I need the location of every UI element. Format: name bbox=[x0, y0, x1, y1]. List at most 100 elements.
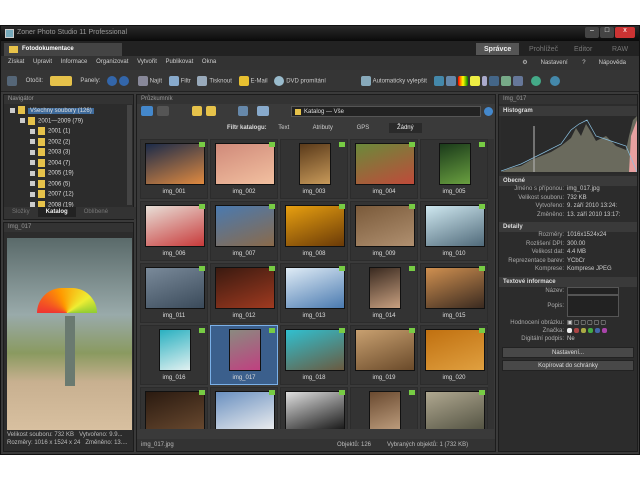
thumbnail-item[interactable]: img_019 bbox=[350, 325, 418, 385]
folder-tree[interactable]: Všechny soubory (126) 2001—2009 (79) 2001 … bbox=[4, 104, 133, 222]
menu-publikovat[interactable]: Publikovat bbox=[166, 59, 194, 65]
tab-katalog[interactable]: Katalog bbox=[37, 207, 76, 217]
auto-enhance-button[interactable]: Automaticky vylepšit bbox=[360, 76, 427, 86]
tree-item[interactable]: 2003 (3) bbox=[10, 148, 133, 159]
mode-editor[interactable]: Editor bbox=[566, 43, 600, 55]
filter-attributes[interactable]: Atributy bbox=[313, 125, 333, 131]
gear-icon[interactable]: ⚙ bbox=[522, 60, 527, 66]
thumbnail-item[interactable]: img_017 bbox=[210, 325, 278, 385]
filter-gps[interactable]: GPS bbox=[357, 125, 370, 131]
thumbnail-item[interactable] bbox=[350, 387, 418, 429]
tree-item[interactable]: 2001 (1) bbox=[10, 127, 133, 138]
menu-vytvorit[interactable]: Vytvořit bbox=[137, 59, 157, 65]
filter-text[interactable]: Text bbox=[278, 125, 289, 131]
view-mode-icon[interactable] bbox=[257, 106, 270, 116]
expand-toggle[interactable] bbox=[30, 128, 35, 134]
close-button[interactable]: x bbox=[615, 27, 635, 38]
expand-toggle[interactable] bbox=[30, 170, 35, 176]
thumbnail-item[interactable]: img_020 bbox=[420, 325, 488, 385]
thumbnail-item[interactable]: img_018 bbox=[280, 325, 348, 385]
details-header[interactable]: Detaily bbox=[499, 222, 637, 232]
tree-item[interactable]: 2002 (2) bbox=[10, 137, 133, 149]
camera-icon[interactable] bbox=[7, 76, 19, 86]
thumbnail-item[interactable]: img_005 bbox=[420, 139, 488, 199]
expand-toggle[interactable] bbox=[20, 118, 25, 123]
thumbnail-item[interactable]: img_013 bbox=[280, 263, 348, 323]
thumbnail-item[interactable]: img_003 bbox=[280, 139, 348, 199]
expand-toggle[interactable] bbox=[30, 149, 35, 155]
filter-button[interactable]: Filtr bbox=[168, 76, 191, 86]
color-label-swatches[interactable] bbox=[567, 327, 609, 334]
tree-scrollbar[interactable] bbox=[127, 105, 132, 205]
grid-scrollbar[interactable] bbox=[488, 139, 494, 429]
find-button[interactable]: Najít bbox=[137, 76, 162, 86]
folder-icon[interactable] bbox=[206, 106, 217, 116]
expand-toggle[interactable] bbox=[30, 139, 35, 144]
thumbnail-item[interactable] bbox=[420, 387, 488, 429]
menu-organizovat[interactable]: Organizovat bbox=[96, 59, 128, 65]
tree-item[interactable]: 2001—2009 (79) bbox=[10, 116, 133, 128]
filter-none[interactable]: Žádný bbox=[388, 123, 422, 133]
mode-raw[interactable]: RAW bbox=[604, 43, 636, 55]
email-button[interactable]: E-Mail bbox=[238, 76, 268, 86]
tree-item[interactable]: Všechny soubory (126) bbox=[10, 106, 133, 117]
thumbnail-item[interactable]: img_011 bbox=[140, 263, 208, 323]
tree-item[interactable]: 2007 (12) bbox=[10, 190, 133, 201]
histogram-header[interactable]: Histogram bbox=[499, 106, 637, 116]
general-header[interactable]: Obecné bbox=[499, 176, 637, 186]
thumbnail-item[interactable]: img_001 bbox=[140, 139, 208, 199]
thumbnail-item[interactable]: img_015 bbox=[420, 263, 488, 323]
thumbnail-item[interactable]: img_009 bbox=[350, 201, 418, 261]
forward-arrow-icon[interactable] bbox=[156, 106, 169, 116]
maximize-button[interactable]: □ bbox=[600, 27, 614, 38]
thumbnail-item[interactable]: img_010 bbox=[420, 201, 488, 261]
thumbnail-item[interactable] bbox=[140, 387, 208, 429]
settings-menu[interactable]: Nastavení bbox=[541, 60, 568, 66]
sort-icon[interactable] bbox=[237, 106, 248, 116]
copy-to-clipboard-button[interactable]: Kopírovat do schránky bbox=[502, 359, 634, 371]
help-icon[interactable]: ? bbox=[582, 60, 585, 66]
refresh-icon[interactable] bbox=[484, 107, 493, 116]
settings-button[interactable]: Nastavení... bbox=[502, 346, 634, 358]
minimize-button[interactable]: – bbox=[585, 27, 599, 38]
menu-okna[interactable]: Okna bbox=[202, 59, 216, 65]
thumbnail-item[interactable]: img_002 bbox=[210, 139, 278, 199]
expand-toggle[interactable] bbox=[30, 160, 35, 165]
mode-prohlizec[interactable]: Prohlížeč bbox=[521, 43, 566, 55]
thumbnail-item[interactable]: img_006 bbox=[140, 201, 208, 261]
expand-toggle[interactable] bbox=[30, 191, 35, 197]
tree-item[interactable]: 2006 (5) bbox=[10, 179, 133, 191]
thumbnail-item[interactable]: img_012 bbox=[210, 263, 278, 323]
print-button[interactable]: Tisknout bbox=[197, 76, 232, 86]
back-arrow-icon[interactable] bbox=[141, 106, 153, 116]
tree-item[interactable]: 2005 (19) bbox=[10, 169, 133, 180]
rating-boxes[interactable]: ▣▢▢▢▢▢ bbox=[567, 320, 607, 326]
zoom-in-icon[interactable] bbox=[531, 76, 543, 86]
menu-upravit[interactable]: Upravit bbox=[33, 59, 52, 65]
thumbnail-item[interactable]: img_014 bbox=[350, 263, 418, 323]
text-info-header[interactable]: Textové informace bbox=[499, 276, 637, 287]
zoom-out-icon[interactable] bbox=[549, 76, 562, 86]
menu-ziskat[interactable]: Získat bbox=[8, 59, 24, 65]
thumbnail-item[interactable]: img_004 bbox=[350, 139, 418, 199]
tab-slozky[interactable]: Složky bbox=[4, 207, 38, 217]
rotate-button[interactable] bbox=[49, 76, 74, 86]
name-input[interactable] bbox=[567, 286, 619, 295]
thumbnail-item[interactable]: img_016 bbox=[140, 325, 208, 385]
dvd-button[interactable]: DVD promítání bbox=[274, 76, 326, 86]
thumbnail-item[interactable]: img_008 bbox=[280, 201, 348, 261]
panel-icon[interactable] bbox=[107, 76, 131, 86]
menu-informace[interactable]: Informace bbox=[61, 59, 88, 65]
folder-up-icon[interactable] bbox=[192, 106, 203, 116]
tab-oblibene[interactable]: Oblíbené bbox=[76, 207, 116, 217]
thumbnail-item[interactable] bbox=[210, 387, 278, 429]
edit-tools[interactable] bbox=[433, 76, 525, 86]
path-combobox[interactable]: Katalog — Vše bbox=[291, 106, 481, 117]
tab-fotodokumentace[interactable]: Fotodokumentace bbox=[4, 43, 122, 56]
mode-spravce[interactable]: Správce bbox=[476, 43, 520, 55]
expand-toggle[interactable] bbox=[10, 107, 15, 113]
tree-item[interactable]: 2004 (7) bbox=[10, 158, 133, 170]
description-input[interactable] bbox=[567, 295, 619, 317]
thumbnail-item[interactable]: img_007 bbox=[210, 201, 278, 261]
help-menu[interactable]: Nápověda bbox=[599, 60, 626, 66]
